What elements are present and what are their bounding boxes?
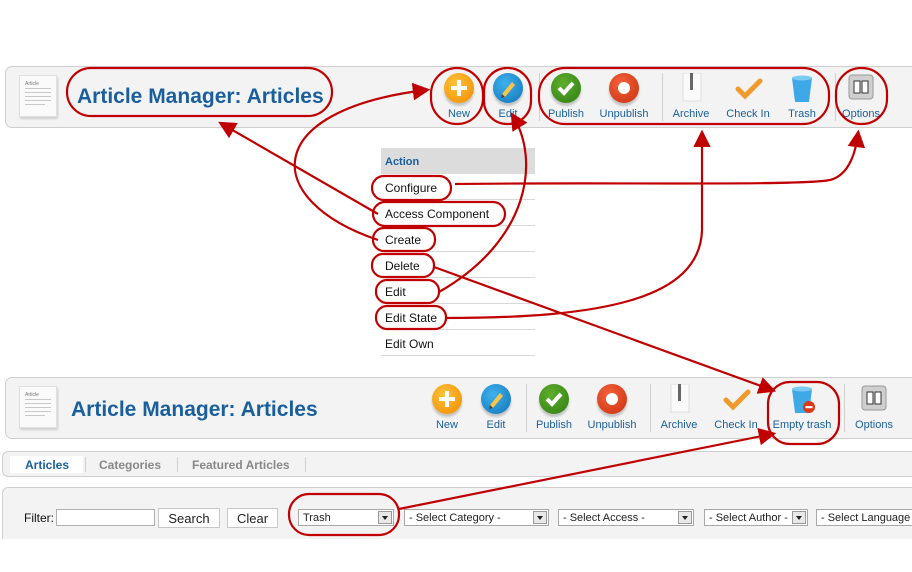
pencil-circle-icon (481, 384, 511, 414)
empty-trash-label: Empty trash (772, 419, 832, 431)
plus-circle-icon (444, 73, 474, 103)
edit-label: Edit (498, 108, 518, 120)
edit-label: Edit (486, 419, 506, 431)
published-state-select[interactable]: Trash (298, 509, 394, 526)
tab-categories[interactable]: Categories (99, 456, 161, 473)
tab-articles[interactable]: Articles (10, 456, 83, 473)
checkmark-icon (733, 73, 763, 103)
trash-button[interactable]: Trash (772, 73, 832, 120)
archive-zipper-icon (676, 72, 706, 103)
tab-featured-articles[interactable]: Featured Articles (192, 456, 290, 473)
filter-search-input[interactable] (56, 509, 155, 526)
checkmark-icon (721, 384, 751, 414)
published-state-value: Trash (303, 512, 331, 524)
edit-button[interactable]: Edit (478, 73, 538, 120)
category-select[interactable]: - Select Category - (404, 509, 549, 526)
pencil-circle-icon (493, 73, 523, 103)
article-icon-label: Article (25, 81, 39, 87)
action-row-create: Create (381, 226, 535, 252)
dropdown-arrow-icon (678, 511, 692, 524)
access-select[interactable]: - Select Access - (558, 509, 694, 526)
action-permissions-table: Action Configure Access Component Create… (381, 148, 535, 356)
empty-trash-icon (787, 384, 817, 414)
trash-label: Trash (788, 108, 816, 120)
dropdown-arrow-icon (533, 511, 547, 524)
bottom-toolbar: Article Article Manager: Articles New Ed… (5, 377, 912, 439)
tab-divider (85, 457, 86, 472)
tab-divider (305, 457, 306, 472)
dropdown-arrow-icon (792, 511, 806, 524)
options-switch-icon (846, 73, 876, 103)
filter-label: Filter: (24, 511, 54, 525)
action-row-configure: Configure (381, 174, 535, 200)
author-select[interactable]: - Select Author - (704, 509, 808, 526)
unpublish-label: Unpublish (599, 108, 649, 120)
archive-zipper-icon (664, 383, 694, 414)
empty-trash-button[interactable]: Empty trash (772, 384, 832, 431)
submenu-tabs: Articles Categories Featured Articles (2, 451, 912, 477)
arrow-access-to-title (218, 121, 379, 215)
language-select[interactable]: - Select Language - (816, 509, 912, 526)
filter-bar: Filter: Search Clear Trash - Select Cate… (2, 487, 912, 539)
archive-label: Archive (660, 419, 698, 431)
clear-button[interactable]: Clear (227, 508, 278, 528)
options-label: Options (842, 108, 880, 120)
action-column-header: Action (381, 148, 535, 174)
article-manager-icon: Article (19, 386, 57, 428)
publish-button[interactable]: Publish (536, 73, 596, 120)
action-row-access-component: Access Component (381, 200, 535, 226)
action-row-edit-state: Edit State (381, 304, 535, 330)
category-value: - Select Category - (409, 512, 501, 524)
publish-label: Publish (535, 419, 573, 431)
action-row-edit-own: Edit Own (381, 330, 535, 356)
tab-divider (177, 457, 178, 472)
archive-button[interactable]: Archive (661, 72, 721, 120)
unpublish-button[interactable]: Unpublish (594, 73, 654, 120)
plus-circle-icon (432, 384, 462, 414)
page-title: Article Manager: Articles (71, 398, 318, 421)
options-switch-icon (859, 384, 889, 414)
action-row-edit: Edit (381, 278, 535, 304)
check-in-button[interactable]: Check In (706, 384, 766, 431)
action-row-delete: Delete (381, 252, 535, 278)
archive-label: Archive (672, 108, 710, 120)
archive-button[interactable]: Archive (649, 383, 709, 431)
options-button[interactable]: Options (844, 384, 904, 431)
article-icon-label: Article (25, 392, 39, 398)
trash-bin-icon (787, 73, 817, 103)
publish-button[interactable]: Publish (524, 384, 584, 431)
options-label: Options (855, 419, 893, 431)
top-toolbar: Article Article Manager: Articles New Ed… (5, 66, 912, 128)
check-in-button[interactable]: Check In (718, 73, 778, 120)
check-in-label: Check In (714, 419, 758, 431)
check-circle-icon (539, 384, 569, 414)
check-circle-icon (551, 73, 581, 103)
language-value: - Select Language - (821, 512, 912, 524)
stop-circle-icon (597, 384, 627, 414)
dropdown-arrow-icon (378, 511, 392, 524)
unpublish-label: Unpublish (587, 419, 637, 431)
access-value: - Select Access - (563, 512, 645, 524)
publish-label: Publish (547, 108, 585, 120)
edit-button[interactable]: Edit (466, 384, 526, 431)
page-title: Article Manager: Articles (77, 85, 324, 108)
article-manager-icon: Article (19, 75, 57, 117)
stop-circle-icon (609, 73, 639, 103)
options-button[interactable]: Options (831, 73, 891, 120)
unpublish-button[interactable]: Unpublish (582, 384, 642, 431)
author-value: - Select Author - (709, 512, 788, 524)
search-button[interactable]: Search (158, 508, 220, 528)
check-in-label: Check In (726, 108, 770, 120)
